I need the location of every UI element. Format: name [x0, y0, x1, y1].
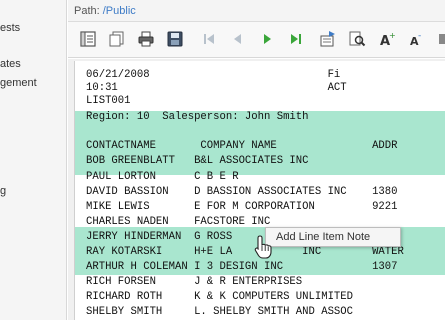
report-page[interactable]: 06/21/2008 Fi 10:31 ACT LIST001 Region: …: [74, 61, 445, 320]
svg-text:-: -: [418, 31, 421, 41]
report-line[interactable]: SHELBY SMITH L. SHELBY SMITH AND ASSOC: [75, 306, 445, 319]
previous-page-icon[interactable]: [229, 30, 247, 48]
search-icon[interactable]: [348, 30, 366, 48]
left-navigation-panel: ests ates gement g: [0, 0, 67, 320]
path-bar: Path: /Public: [68, 0, 445, 22]
left-panel-item[interactable]: ates: [0, 58, 21, 70]
more-icon[interactable]: [438, 30, 445, 48]
last-page-icon[interactable]: [287, 30, 305, 48]
first-page-icon[interactable]: [200, 30, 218, 48]
report-line[interactable]: BOB GREENBLATT B&L ASSOCIATES INC: [75, 155, 445, 168]
report-line[interactable]: Region: 10 Salesperson: John Smith: [75, 111, 445, 124]
add-line-item-note-menu-item[interactable]: Add Line Item Note: [265, 227, 401, 247]
report-line[interactable]: RICHARD ROTH K & K COMPUTERS UNLIMITED: [75, 291, 445, 304]
report-line[interactable]: CONTACTNAME COMPANY NAME ADDR: [75, 140, 445, 153]
next-page-icon[interactable]: [258, 30, 276, 48]
report-line[interactable]: 10:31 ACT: [75, 82, 445, 95]
left-panel-item[interactable]: gement: [0, 77, 37, 89]
hand-cursor-icon: [254, 235, 272, 259]
svg-text:+: +: [389, 31, 396, 40]
copy-pages-icon[interactable]: [108, 30, 126, 48]
report-line[interactable]: PAUL LORTON C B E R: [75, 171, 445, 184]
path-label: Path:: [74, 5, 100, 17]
report-line[interactable]: 06/21/2008 Fi: [75, 69, 445, 82]
path-value-link[interactable]: /Public: [103, 5, 136, 17]
save-icon[interactable]: [166, 30, 184, 48]
export-icon[interactable]: [319, 30, 337, 48]
decrease-font-icon[interactable]: A-: [407, 30, 425, 48]
report-line[interactable]: MIKE LEWIS E FOR M CORPORATION 9221: [75, 201, 445, 214]
report-line[interactable]: ARTHUR H COLEMAN I 3 DESIGN INC 1307: [75, 261, 445, 274]
report-line[interactable]: RICH FORSEN J & R ENTERPRISES: [75, 276, 445, 289]
toc-icon[interactable]: [79, 30, 97, 48]
left-panel-item[interactable]: ests: [0, 22, 20, 34]
report-line[interactable]: DAVID BASSION D BASSION ASSOCIATES INC 1…: [75, 186, 445, 199]
report-toolbar: A + A-: [68, 22, 445, 58]
report-line[interactable]: LIST001: [75, 95, 445, 108]
increase-font-icon[interactable]: A +: [378, 30, 396, 48]
print-icon[interactable]: [137, 30, 155, 48]
left-panel-item[interactable]: g: [0, 185, 6, 197]
report-viewer: 06/21/2008 Fi 10:31 ACT LIST001 Region: …: [68, 59, 445, 320]
report-line[interactable]: [75, 125, 445, 138]
